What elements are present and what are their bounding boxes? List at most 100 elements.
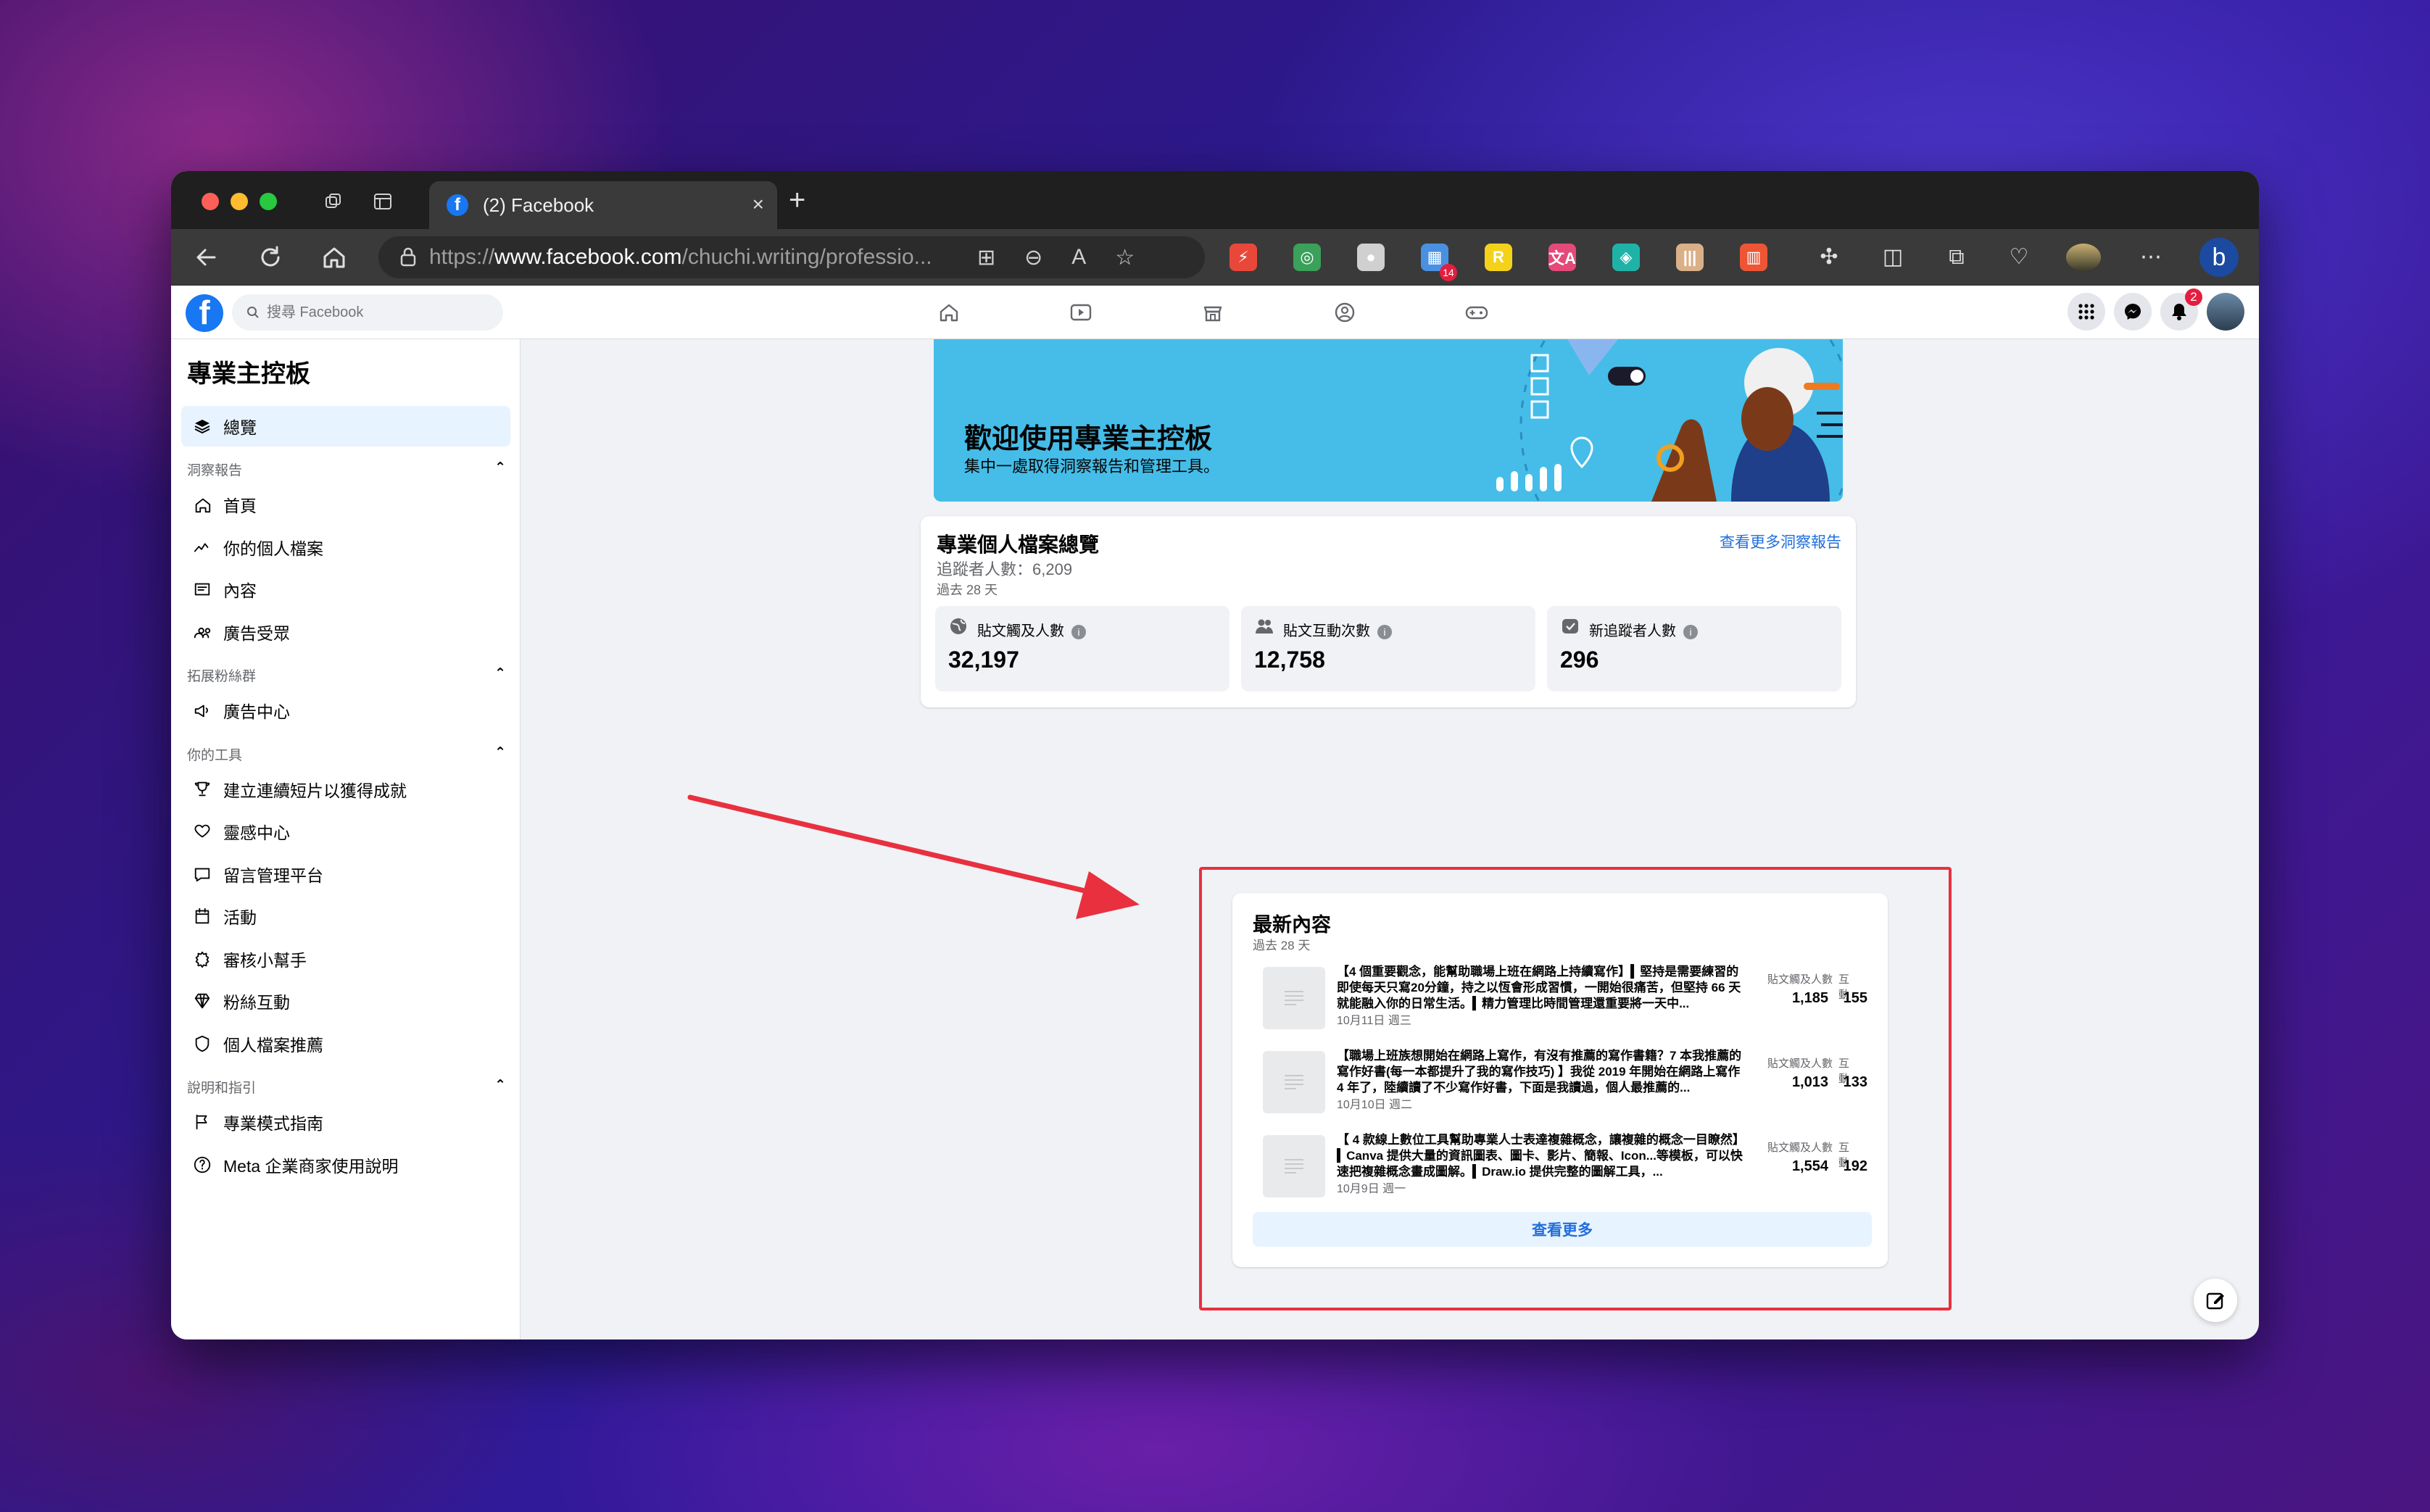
extensions-icon[interactable]: ✣ — [1815, 244, 1843, 271]
chart-red-icon[interactable]: ▥ — [1740, 244, 1767, 271]
account-avatar[interactable] — [2207, 293, 2244, 331]
menu-grid-icon[interactable] — [2068, 293, 2105, 331]
sidebar-item-icon — [191, 1154, 213, 1176]
stat-new-followers[interactable]: 新追蹤者人數 i 296 — [1547, 606, 1841, 691]
sidebar-title: 專業主控板 — [187, 360, 310, 388]
translate-icon[interactable]: 文A — [1548, 244, 1576, 271]
layers-icon — [191, 415, 213, 437]
sidebar-item[interactable]: 專業模式指南 — [181, 1102, 510, 1142]
sidebar-item-label: 你的個人檔案 — [223, 539, 323, 558]
lock-icon[interactable] — [400, 246, 416, 267]
stat-value: 12,758 — [1254, 647, 1325, 673]
see-more-insights-link[interactable]: 查看更多洞察報告 — [1720, 531, 1841, 552]
sidebar-item-label: 審核小幫手 — [223, 950, 307, 970]
nav-groups-icon[interactable] — [1331, 300, 1359, 325]
sidebar-item[interactable]: 靈感中心 — [181, 811, 510, 852]
search-input[interactable] — [267, 304, 484, 321]
browser-essentials-icon[interactable]: ♡ — [2005, 244, 2033, 271]
sidebar-section-header[interactable]: 洞察報告 ⌃ — [187, 460, 506, 479]
nav-home-icon[interactable] — [935, 300, 963, 325]
sidebar-item-overview[interactable]: 總覽 — [181, 406, 510, 446]
more-options-icon[interactable]: ⋯ — [2137, 244, 2165, 271]
info-icon[interactable]: i — [1683, 624, 1698, 639]
minimize-window-button[interactable] — [231, 193, 248, 210]
read-aloud-icon[interactable]: A — [1071, 245, 1086, 270]
back-icon[interactable] — [193, 244, 220, 271]
sidebar-item[interactable]: 廣告受眾 — [181, 612, 510, 652]
favorite-star-icon[interactable]: ☆ — [1115, 245, 1135, 270]
puzzle-multi-icon[interactable]: ◎ — [1293, 244, 1321, 271]
sidebar-item[interactable]: Meta 企業商家使用說明 — [181, 1145, 510, 1185]
sidebar-item[interactable]: 內容 — [181, 569, 510, 610]
maximize-window-button[interactable] — [260, 193, 277, 210]
info-icon[interactable]: i — [1071, 624, 1086, 639]
url-scheme: https:// — [429, 245, 495, 269]
sidebar-item[interactable]: 你的個人檔案 — [181, 527, 510, 568]
sidebar-item[interactable]: 粉絲互動 — [181, 981, 510, 1021]
browser-window: f (2) Facebook × + https://www.facebook.… — [171, 171, 2259, 1339]
sidebar-item-label: 靈感中心 — [223, 823, 290, 842]
chevron-up-icon[interactable]: ⌃ — [494, 665, 506, 685]
sidebar-item[interactable]: 活動 — [181, 896, 510, 936]
sidebar-item-label: 粉絲互動 — [223, 993, 290, 1012]
sidebar-item[interactable]: 審核小幫手 — [181, 939, 510, 979]
facebook-logo-icon[interactable]: f — [186, 294, 223, 332]
notifications-bell-icon[interactable]: 2 — [2160, 288, 2202, 331]
home-icon[interactable] — [320, 244, 348, 271]
nav-marketplace-icon[interactable] — [1199, 300, 1227, 325]
chevron-up-icon[interactable]: ⌃ — [494, 1077, 506, 1097]
chevron-up-icon[interactable]: ⌃ — [494, 744, 506, 764]
sidebar-item[interactable]: 首頁 — [181, 484, 510, 525]
sidebar-item[interactable]: 廣告中心 — [181, 690, 510, 731]
info-icon[interactable]: i — [1377, 624, 1392, 639]
nav-video-icon[interactable] — [1067, 300, 1095, 325]
bars-icon[interactable]: ||| — [1676, 244, 1704, 271]
address-bar-actions: ⊞ ⊖ A ☆ — [977, 236, 1135, 278]
sidebar-section-header[interactable]: 說明和指引 ⌃ — [187, 1077, 506, 1097]
new-tab-button[interactable]: + — [789, 186, 805, 215]
sidebar-item-label: 活動 — [223, 908, 257, 927]
sidebar-item-icon — [191, 948, 213, 970]
profile-overview-card: 專業個人檔案總覽 追蹤者人數：6,209 過去 28 天 查看更多洞察報告 貼文… — [921, 516, 1856, 707]
bing-copilot-icon[interactable]: b — [2199, 238, 2239, 277]
sidebar-item-icon — [191, 578, 213, 600]
stat-post-reach[interactable]: 貼文觸及人數 i 32,197 — [935, 606, 1229, 691]
sidebar-item-icon — [191, 863, 213, 885]
app-available-icon[interactable]: ⊞ — [977, 245, 995, 270]
stat-post-engagement[interactable]: 貼文互動次數 i 12,758 — [1241, 606, 1535, 691]
speedometer-icon[interactable]: ⚡ — [1229, 244, 1257, 271]
extension-badge: 14 — [1440, 264, 1457, 281]
sidebar-section-header[interactable]: 你的工具 ⌃ — [187, 744, 506, 764]
split-screen-icon[interactable]: ◫ — [1879, 244, 1907, 271]
sidebar-item-label: 留言管理平台 — [223, 865, 323, 885]
stat-label: 貼文互動次數 — [1283, 623, 1370, 639]
messenger-icon[interactable] — [2114, 293, 2152, 331]
compose-message-icon[interactable] — [2194, 1279, 2237, 1322]
nav-gaming-icon[interactable] — [1463, 300, 1490, 325]
pattern-icon[interactable]: ◈ — [1612, 244, 1640, 271]
follower-check-icon — [1562, 619, 1578, 634]
sidebar-item[interactable]: 個人檔案推薦 — [181, 1023, 510, 1064]
search-box[interactable] — [232, 294, 503, 331]
refresh-icon[interactable] — [257, 244, 284, 271]
sidebar-item[interactable]: 留言管理平台 — [181, 854, 510, 894]
r-icon[interactable]: R — [1485, 244, 1512, 271]
chevron-up-icon[interactable]: ⌃ — [494, 460, 506, 479]
collections-icon[interactable] — [323, 191, 344, 212]
welcome-banner: 歡迎使用專業主控板 集中一處取得洞察報告和管理工具。 — [934, 339, 1843, 502]
sidebar-item-label: 總覽 — [223, 418, 257, 437]
close-window-button[interactable] — [202, 193, 219, 210]
tab-actions-icon[interactable] — [373, 191, 393, 212]
close-tab-icon[interactable]: × — [752, 193, 764, 216]
tab-facebook[interactable]: f (2) Facebook × — [429, 181, 777, 229]
collections-add-icon[interactable]: ⧉ — [1943, 244, 1970, 271]
sidebar-section-header[interactable]: 拓展粉絲群 ⌃ — [187, 665, 506, 685]
sidebar-section-label: 拓展粉絲群 — [187, 669, 257, 684]
blob-icon[interactable]: ● — [1357, 244, 1385, 271]
overview-title: 專業個人檔案總覽 — [937, 533, 1100, 556]
sidebar-item-icon — [191, 536, 213, 558]
profile-avatar[interactable] — [2066, 244, 2101, 271]
sidebar-item[interactable]: 建立連續短片以獲得成就 — [181, 769, 510, 810]
zoom-out-icon[interactable]: ⊖ — [1024, 245, 1042, 270]
banner-title: 歡迎使用專業主控板 — [964, 424, 1213, 454]
